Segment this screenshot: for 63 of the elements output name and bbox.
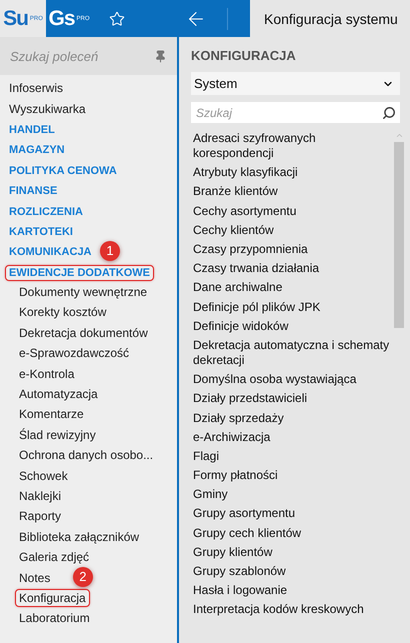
config-item[interactable]: Gminy <box>193 485 391 504</box>
config-item[interactable]: Domyślna osoba wystawiająca <box>193 370 391 390</box>
search-input[interactable]: Szukaj <box>196 106 382 120</box>
config-item[interactable]: Definicje widoków <box>193 316 391 336</box>
window-title: Konfiguracja systemu <box>263 10 399 29</box>
config-item[interactable]: Grupy cech klientów <box>193 524 391 543</box>
config-item[interactable]: Flagi <box>193 446 391 466</box>
config-item[interactable]: Czasy trwania działania <box>193 259 391 278</box>
config-item[interactable]: Formy płatności <box>193 466 391 486</box>
config-item[interactable]: Działy sprzedaży <box>193 408 391 428</box>
menu-section[interactable]: EWIDENCJE DODATKOWE <box>5 264 154 281</box>
menu-item[interactable]: Dokumenty wewnętrzne <box>15 283 152 302</box>
step-badge: 2 <box>72 566 93 587</box>
menu-item[interactable]: Wyszukiwarka <box>5 100 90 118</box>
menu-section[interactable]: FINANSE <box>5 183 62 200</box>
menu-item[interactable]: Ślad rewizyjny <box>15 426 100 444</box>
config-item[interactable]: Dane archiwalne <box>193 278 391 298</box>
config-item[interactable]: Cechy klientów <box>193 220 391 240</box>
config-item[interactable]: Działy przedstawicieli <box>193 389 391 408</box>
config-item[interactable]: Cechy asortymentu <box>193 202 391 221</box>
config-item[interactable]: Atrybuty klasyfikacji <box>193 163 391 182</box>
menu-item[interactable]: Schowek <box>15 466 72 485</box>
menu-item[interactable]: Laboratorium <box>15 609 94 628</box>
search-field[interactable]: Szukaj <box>191 102 400 123</box>
config-item[interactable]: Hasła i logowanie <box>193 581 391 600</box>
menu-section[interactable]: ROZLICZENIA <box>5 204 87 220</box>
step-badge: 1 <box>100 240 120 261</box>
config-item[interactable]: Adresaci szyfrowanych korespondencji <box>193 129 391 164</box>
command-search-field[interactable]: Szukaj poleceń <box>0 37 177 75</box>
menu-item[interactable]: Dekretacja dokumentów <box>15 324 152 342</box>
search-icon[interactable] <box>382 106 396 120</box>
menu-item[interactable]: Raporty <box>15 507 66 526</box>
config-item[interactable]: Interpretacja kodów kreskowych <box>193 600 391 620</box>
menu-item[interactable]: e-Sprawozdawczość <box>15 344 134 362</box>
config-item[interactable]: Grupy klientów <box>193 542 391 562</box>
pin-icon[interactable] <box>154 50 167 62</box>
config-item[interactable]: Definicje pól plików JPK <box>193 298 391 317</box>
menu-section[interactable]: MAGAZYN <box>5 142 69 158</box>
config-item[interactable]: e-Archiwizacja <box>193 428 391 447</box>
menu-section[interactable]: KOMUNIKACJA <box>5 244 96 260</box>
config-item[interactable]: Grupy szablonów <box>193 562 391 582</box>
menu-item[interactable]: e-Kontrola <box>15 364 78 383</box>
menu-item[interactable]: Konfiguracja <box>15 588 90 607</box>
menu-item[interactable]: Notes <box>15 568 54 587</box>
scrollbar-thumb[interactable] <box>394 142 404 328</box>
category-select[interactable]: System <box>191 72 400 95</box>
menu-item[interactable]: Automatyzacja <box>15 385 102 404</box>
config-item[interactable]: Branże klientów <box>193 182 391 202</box>
menu-item[interactable]: Korekty kosztów <box>15 303 110 322</box>
menu-item[interactable]: Galeria zdjęć <box>15 548 94 566</box>
menu-item[interactable]: Biblioteka załączników <box>15 528 144 546</box>
menu-item[interactable]: Naklejki <box>15 487 66 505</box>
search-input[interactable]: Szukaj poleceń <box>10 48 154 64</box>
menu-item[interactable]: Infoserwis <box>5 79 68 98</box>
section-heading: KONFIGURACJA <box>191 48 297 63</box>
menu-section[interactable]: POLITYKA CENOWA <box>5 162 121 179</box>
menu-item[interactable]: Ochrona danych osobo... <box>15 446 158 464</box>
config-item[interactable]: Czasy przypomnienia <box>193 240 391 260</box>
menu-section[interactable]: KARTOTEKI <box>5 224 77 240</box>
config-item[interactable]: Dekretacja automatyczna i schematy dekretacji <box>193 336 391 370</box>
menu-section[interactable]: HANDEL <box>5 122 59 138</box>
config-item[interactable]: Grupy asortymentu <box>193 504 391 524</box>
menu-item[interactable]: Komentarze <box>15 405 88 424</box>
